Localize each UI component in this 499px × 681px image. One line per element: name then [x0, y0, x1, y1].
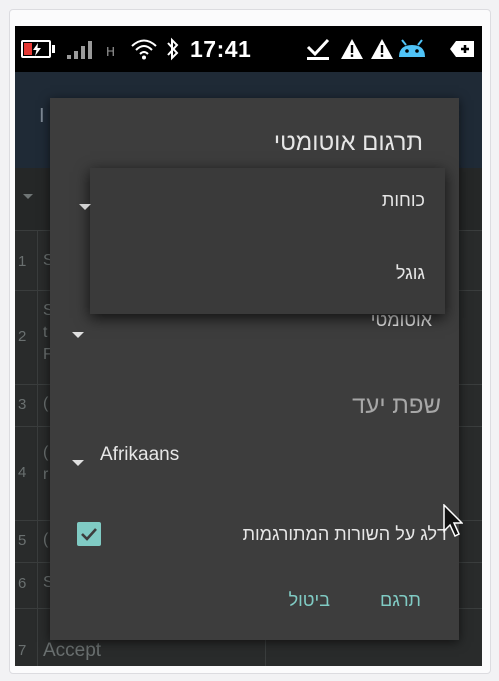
row-number: 2	[18, 328, 27, 345]
signal-icon	[67, 26, 92, 72]
skip-translated-checkbox[interactable]	[77, 522, 101, 546]
phone-screen: H 17:41 I 1 2 3 4 5 6 7 S S t F ((r (…	[15, 26, 482, 666]
row-number: 5	[18, 532, 27, 549]
row-number: 7	[18, 642, 27, 659]
row-text: r	[43, 466, 49, 483]
row-number: 4	[18, 464, 27, 481]
network-type: H	[106, 45, 116, 59]
dropdown-arrow-icon	[72, 332, 84, 338]
dropdown-arrow-icon	[72, 460, 84, 466]
translate-button[interactable]: תרגם	[374, 586, 427, 615]
dropdown-arrow-icon	[79, 204, 91, 210]
target-language-value: Afrikaans	[100, 444, 180, 465]
popup-item-google[interactable]: גוגל	[396, 263, 425, 284]
dialog-title: תרגום אוטומטי	[273, 129, 423, 156]
popup-item-forces[interactable]: כוחות	[382, 190, 425, 211]
row-text: (	[43, 531, 49, 548]
row-text: (	[43, 444, 49, 461]
bluetooth-icon	[165, 26, 181, 72]
app-title: I	[39, 105, 45, 127]
tag-icon	[449, 26, 475, 72]
target-language-spinner[interactable]: Afrikaans	[72, 440, 442, 480]
cancel-button[interactable]: ביטול	[283, 586, 336, 615]
wifi-icon	[130, 26, 158, 72]
row-number: 1	[18, 253, 27, 270]
check-icon	[305, 26, 331, 72]
row-number: 6	[18, 575, 27, 592]
target-language-label: שפת יעד	[352, 392, 441, 419]
provider-popup-menu: כוחות גוגל	[79, 168, 445, 314]
skip-translated-label: דלג על השורות המתורגמות	[242, 524, 447, 544]
skip-translated-row[interactable]: דלג על השורות המתורגמות	[77, 518, 447, 550]
checkmark-icon	[81, 528, 97, 541]
row-number: 3	[18, 396, 27, 413]
clock: 17:41	[190, 35, 252, 62]
android-icon	[397, 26, 427, 72]
row-text: (	[43, 395, 49, 412]
status-bar: H 17:41	[15, 26, 482, 72]
battery-icon	[21, 26, 55, 72]
row-text: t	[43, 324, 48, 341]
warning-icon	[340, 26, 364, 72]
row-text: Accept	[43, 640, 102, 661]
warning-icon	[370, 26, 394, 72]
mouse-cursor-icon	[443, 503, 464, 542]
